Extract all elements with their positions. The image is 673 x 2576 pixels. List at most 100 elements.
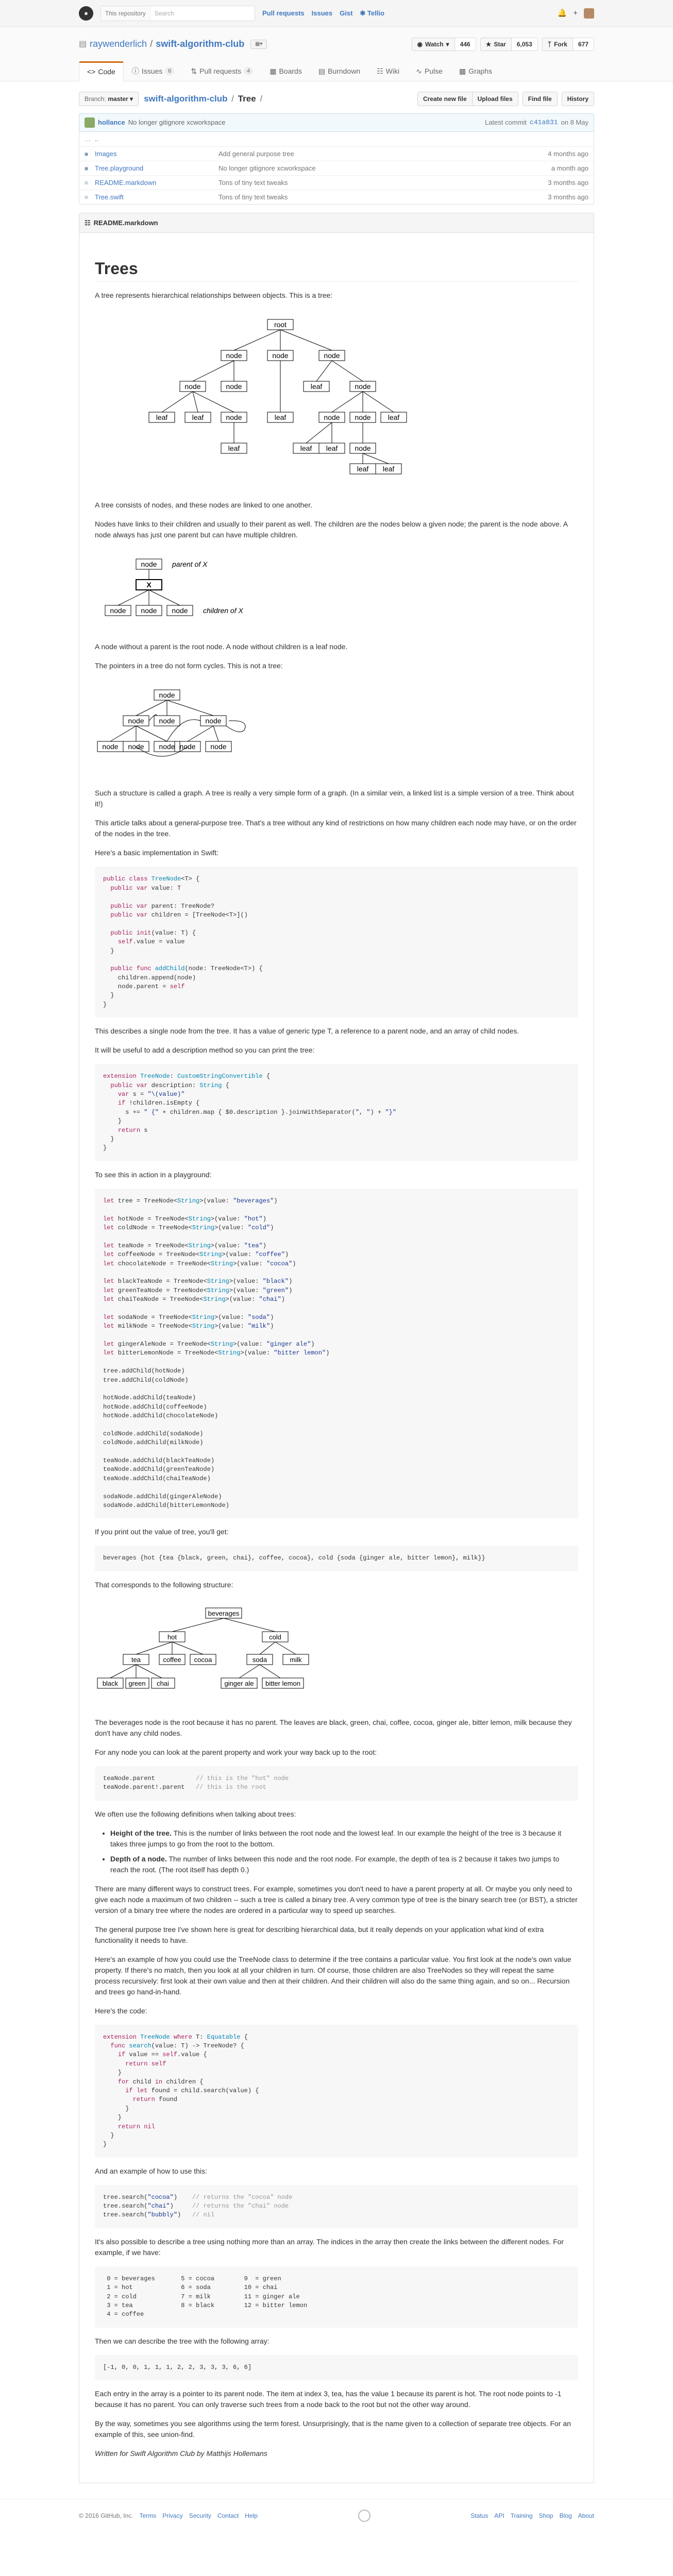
tab-boards[interactable]: ▦ Boards <box>261 61 310 81</box>
history-button[interactable]: History <box>561 92 594 106</box>
footer-link-terms[interactable]: Terms <box>140 2511 157 2520</box>
commit-sha[interactable]: c41a831 <box>530 117 558 128</box>
file-list: ….. ■ Images Add general purpose tree 4 mon… <box>79 132 594 205</box>
find-file-button[interactable]: Find file <box>522 92 558 106</box>
repo-owner-link[interactable]: raywenderlich <box>90 37 147 51</box>
repo-tabs: <> Code ⓘ Issues 6 ⇅ Pull requests 4 ▦ Boards … <box>79 61 594 81</box>
file-row-parent[interactable]: ….. <box>79 132 594 146</box>
search-input[interactable]: Search <box>150 9 174 18</box>
code-block-description: extension TreeNode: CustomStringConverti… <box>95 1064 578 1161</box>
tab-graphs[interactable]: ▩ Graphs <box>451 61 500 81</box>
tree-node-label: cold <box>269 1633 281 1641</box>
readme-filename: README.markdown <box>93 218 158 227</box>
file-row[interactable]: ≡ Tree.swift Tons of tiny text tweaks 3 mon… <box>79 190 594 204</box>
definition-text: This is the number of links between the … <box>110 1828 562 1848</box>
svg-text:node: node <box>128 742 144 751</box>
svg-text:node: node <box>128 717 144 725</box>
commit-author[interactable]: hollance <box>98 117 125 128</box>
beverages-tree-diagram: beverages hot cold tea coffee cocoa soda… <box>97 1607 309 1689</box>
footer-link-security[interactable]: Security <box>189 2511 211 2520</box>
tab-pulse[interactable]: ∿ Pulse <box>408 61 451 81</box>
svg-text:node: node <box>205 717 221 725</box>
commit-message[interactable]: No longer gitignore xcworkspace <box>128 117 226 128</box>
repo-menu-dropdown[interactable]: ▦▾ <box>250 39 267 49</box>
footer-link-help[interactable]: Help <box>245 2511 258 2520</box>
tab-label: Pull requests <box>199 66 242 75</box>
tab-wiki[interactable]: ☷ Wiki <box>368 61 408 81</box>
search-box[interactable]: This repository Search <box>100 6 255 21</box>
svg-text:children of X: children of X <box>203 606 243 615</box>
file-commit-message[interactable]: Tons of tiny text tweaks <box>218 192 527 202</box>
paragraph: Each entry in the array is a pointer to … <box>95 2389 562 2409</box>
tab-burndown[interactable]: ▤ Burndown <box>310 61 368 81</box>
svg-text:node: node <box>324 413 340 421</box>
paragraph: This article talks about a general-purpo… <box>95 819 577 838</box>
repo-name-link[interactable]: swift-algorithm-club <box>156 37 244 51</box>
user-avatar[interactable] <box>584 8 594 19</box>
svg-text:node: node <box>324 351 340 360</box>
file-name[interactable]: Tree.swift <box>95 192 218 202</box>
paragraph: A node without a parent is the root node… <box>95 642 348 651</box>
file-name[interactable]: README.markdown <box>95 178 218 188</box>
star-count[interactable]: 6,053 <box>511 37 538 51</box>
svg-text:node: node <box>355 444 371 452</box>
file-row[interactable]: ■ Tree.playground No longer gitignore xcwo… <box>79 161 594 175</box>
paragraph: We often use the following definitions w… <box>95 1809 296 1818</box>
star-button[interactable]: ★ Star 6,053 <box>480 37 538 51</box>
file-name[interactable]: .. <box>95 134 218 144</box>
readme-header: ☷ README.markdown <box>79 213 594 233</box>
tab-issues[interactable]: ⓘ Issues 6 <box>124 61 183 81</box>
file-icon: ≡ <box>85 179 89 187</box>
svg-text:node: node <box>355 413 371 421</box>
branch-select[interactable]: Branch: master ▾ <box>79 92 139 106</box>
nav-issues[interactable]: Issues <box>312 8 332 19</box>
nav-gist[interactable]: Gist <box>340 8 352 19</box>
upload-files-button[interactable]: Upload files <box>472 92 518 106</box>
list-item: Height of the tree. This is the number o… <box>110 1828 578 1850</box>
watch-count[interactable]: 446 <box>455 37 476 51</box>
breadcrumb-repo-link[interactable]: swift-algorithm-club <box>144 94 227 104</box>
tab-code[interactable]: <> Code <box>79 61 124 81</box>
footer-link-blog[interactable]: Blog <box>560 2511 572 2520</box>
tab-pull-requests[interactable]: ⇅ Pull requests 4 <box>182 61 261 81</box>
file-commit-message[interactable]: Add general purpose tree <box>218 149 527 159</box>
watch-button[interactable]: ◉ Watch ▾ 446 <box>411 37 476 51</box>
footer-link-status[interactable]: Status <box>470 2511 488 2520</box>
paragraph: By the way, sometimes you see algorithms… <box>95 2419 571 2439</box>
file-commit-message[interactable]: Tons of tiny text tweaks <box>218 178 527 188</box>
svg-text:leaf: leaf <box>357 465 369 473</box>
branch-value: master ▾ <box>108 95 133 103</box>
file-row[interactable]: ≡ README.markdown Tons of tiny text tweaks… <box>79 175 594 190</box>
footer-link-training[interactable]: Training <box>511 2511 533 2520</box>
nav-pull-requests[interactable]: Pull requests <box>262 8 305 19</box>
readme-title: Trees <box>95 259 578 282</box>
tab-label: Code <box>98 67 115 76</box>
svg-text:leaf: leaf <box>300 444 312 452</box>
file-row[interactable]: ■ Images Add general purpose tree 4 months … <box>79 146 594 161</box>
github-logo-icon[interactable]: ● <box>79 6 93 21</box>
create-file-button[interactable]: Create new file <box>417 92 473 106</box>
up-directory-icon: … <box>85 135 91 143</box>
file-commit-message[interactable]: No longer gitignore xcworkspace <box>218 163 527 174</box>
footer-link-api[interactable]: API <box>494 2511 504 2520</box>
avatar <box>85 117 95 128</box>
footer-link-shop[interactable]: Shop <box>539 2511 553 2520</box>
file-name[interactable]: Tree.playground <box>95 163 218 174</box>
byline: Written for Swift Algorithm Club by Matt… <box>95 2449 267 2458</box>
paragraph: The beverages node is the root because i… <box>95 1718 572 1737</box>
fork-label: Fork <box>553 40 567 48</box>
fork-button[interactable]: ᛉ Fork 677 <box>542 37 594 51</box>
footer-link-privacy[interactable]: Privacy <box>162 2511 182 2520</box>
paragraph: A tree represents hierarchical relations… <box>95 291 333 300</box>
svg-text:node: node <box>110 606 126 615</box>
footer-link-about[interactable]: About <box>578 2511 594 2520</box>
file-name[interactable]: Images <box>95 149 218 159</box>
svg-text:node: node <box>179 742 195 751</box>
fork-count[interactable]: 677 <box>573 37 594 51</box>
github-mark-icon[interactable] <box>358 2510 371 2522</box>
nav-tellio[interactable]: ✱ Tellio <box>360 8 384 19</box>
svg-text:node: node <box>159 717 175 725</box>
notifications-icon[interactable]: 🔔 <box>558 8 567 20</box>
footer-link-contact[interactable]: Contact <box>217 2511 239 2520</box>
plus-icon[interactable]: + <box>573 8 578 20</box>
